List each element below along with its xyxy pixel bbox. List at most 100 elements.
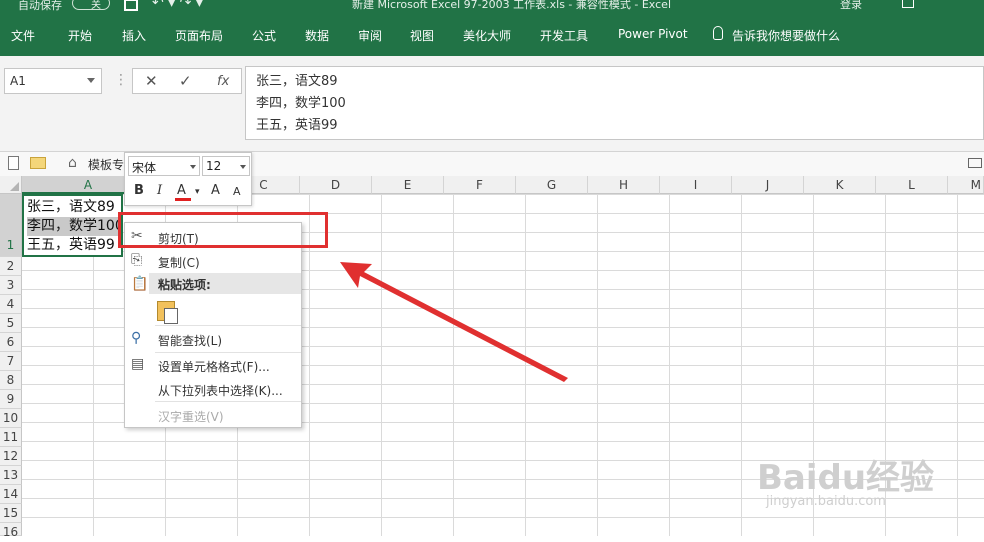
autosave-toggle[interactable]: 关 <box>72 0 110 11</box>
context-menu: ✂ 剪切(T) ⎘ 复制(C) 📋 粘贴选项: ⚲ 智能查找(L) ▤ 设置单元… <box>124 222 302 428</box>
formula-line: 张三，语文89 <box>256 74 338 89</box>
column-header-j[interactable]: J <box>732 176 804 194</box>
column-header-k[interactable]: K <box>804 176 876 194</box>
formula-line: 王五，英语99 <box>256 118 338 133</box>
row-header-15[interactable]: 15 <box>0 504 22 523</box>
formula-bar[interactable]: 张三，语文89 李四，数学100 王五，英语99 <box>245 66 984 140</box>
chevron-down-icon[interactable] <box>240 165 246 169</box>
menu-separator <box>155 352 301 353</box>
layout-icon[interactable] <box>968 158 982 168</box>
select-all-corner[interactable] <box>0 176 22 194</box>
column-header-i[interactable]: I <box>660 176 732 194</box>
row-header-8[interactable]: 8 <box>0 371 22 390</box>
copy-icon: ⎘ <box>131 252 143 268</box>
home-icon[interactable]: ⌂ <box>68 156 82 170</box>
font-color-button[interactable]: A <box>177 183 186 198</box>
new-document-icon[interactable] <box>8 156 19 170</box>
italic-button[interactable]: I <box>157 183 162 198</box>
column-header-m[interactable]: M <box>948 176 984 194</box>
tell-me-box[interactable]: 告诉我你想要做什么 <box>732 27 840 44</box>
highlight-box <box>118 212 328 248</box>
template-label[interactable]: 模板专 <box>88 156 124 173</box>
tab-beautify[interactable]: 美化大师 <box>463 27 511 44</box>
paste-options-label: 粘贴选项: <box>158 278 211 292</box>
row-header-14[interactable]: 14 <box>0 485 22 504</box>
document-title: 新建 Microsoft Excel 97-2003 工作表.xls - 兼容性… <box>352 0 671 11</box>
chevron-down-icon[interactable]: ▾ <box>195 187 200 197</box>
mini-toolbar: 宋体 12 B I A ▾ A A <box>124 152 252 206</box>
row-header-11[interactable]: 11 <box>0 428 22 447</box>
bold-button[interactable]: B <box>134 183 144 198</box>
drag-handle-icon[interactable]: ⋮ <box>114 72 128 88</box>
column-header-f[interactable]: F <box>444 176 516 194</box>
baidu-watermark-url: jingyan.baidu.com <box>766 494 886 509</box>
column-header-h[interactable]: H <box>588 176 660 194</box>
cancel-icon[interactable]: ✕ <box>145 72 158 90</box>
menu-item-copy[interactable]: 复制(C) <box>158 254 200 271</box>
ribbon-tabs: 文件 开始 插入 页面布局 公式 数据 审阅 视图 美化大师 开发工具 Powe… <box>0 14 984 56</box>
font-color-swatch <box>175 198 191 201</box>
chevron-down-icon[interactable] <box>190 165 196 169</box>
chevron-down-icon[interactable] <box>87 78 95 83</box>
row-header-6[interactable]: 6 <box>0 333 22 352</box>
menu-separator <box>155 401 301 402</box>
name-box[interactable]: A1 <box>4 68 102 94</box>
confirm-icon[interactable]: ✓ <box>179 72 192 90</box>
cell-line: 张三，语文89 <box>27 199 115 215</box>
tab-home[interactable]: 开始 <box>68 27 92 44</box>
save-icon[interactable] <box>124 0 138 11</box>
menu-item-smart-lookup[interactable]: 智能查找(L) <box>158 332 222 349</box>
row-header-3[interactable]: 3 <box>0 276 22 295</box>
row-header-5[interactable]: 5 <box>0 314 22 333</box>
menu-item-hanzi-reselect: 汉字重选(V) <box>158 410 224 424</box>
column-header-d[interactable]: D <box>300 176 372 194</box>
autosave-state: 关 <box>91 0 101 11</box>
formula-buttons: ✕ ✓ fx <box>132 68 242 94</box>
row-header-2[interactable]: 2 <box>0 257 22 276</box>
baidu-watermark: Baidu经验 <box>757 458 935 498</box>
cell-line-selected: 李四，数学100 <box>27 217 118 236</box>
column-header-l[interactable]: L <box>876 176 948 194</box>
font-size-value: 12 <box>206 159 222 173</box>
tab-power-pivot[interactable]: Power Pivot <box>618 27 688 41</box>
folder-icon[interactable] <box>30 157 46 169</box>
row-header-16[interactable]: 16 <box>0 523 22 539</box>
row-header-9[interactable]: 9 <box>0 390 22 409</box>
tab-formulas[interactable]: 公式 <box>252 27 276 44</box>
tab-page-layout[interactable]: 页面布局 <box>175 27 223 44</box>
undo-icon[interactable]: ↶ ▾ ↷ ▾ <box>152 0 203 11</box>
tab-view[interactable]: 视图 <box>410 27 434 44</box>
font-value: 宋体 <box>132 161 157 175</box>
title-bar: 自动保存 关 ↶ ▾ ↷ ▾ 新建 Microsoft Excel 97-200… <box>0 0 984 14</box>
row-header-4[interactable]: 4 <box>0 295 22 314</box>
tab-file[interactable]: 文件 <box>11 27 35 44</box>
row-header-1[interactable]: 1 <box>0 194 22 257</box>
menu-item-format-cells[interactable]: 设置单元格格式(F)... <box>158 358 270 375</box>
column-header-g[interactable]: G <box>516 176 588 194</box>
row-header-12[interactable]: 12 <box>0 447 22 466</box>
paste-clipboard-icon[interactable] <box>157 301 178 324</box>
shrink-font-button[interactable]: A <box>233 185 241 198</box>
row-header-13[interactable]: 13 <box>0 466 22 485</box>
row-header-10[interactable]: 10 <box>0 409 22 428</box>
tab-data[interactable]: 数据 <box>305 27 329 44</box>
column-header-e[interactable]: E <box>372 176 444 194</box>
active-cell-a1[interactable]: 张三，语文89 李四，数学100 王五，英语99 <box>22 194 123 257</box>
login-button[interactable]: 登录 <box>840 0 862 12</box>
tab-developer[interactable]: 开发工具 <box>540 27 588 44</box>
restore-icon[interactable] <box>902 0 914 8</box>
menu-item-pick-from-list[interactable]: 从下拉列表中选择(K)... <box>158 382 283 399</box>
font-size-selector[interactable]: 12 <box>202 156 250 176</box>
paste-options-header: 粘贴选项: <box>149 273 301 294</box>
cell-line: 王五，英语99 <box>27 237 115 253</box>
tab-review[interactable]: 审阅 <box>358 27 382 44</box>
annotation-arrow <box>340 262 568 382</box>
grow-font-button[interactable]: A <box>211 183 220 198</box>
row-header-7[interactable]: 7 <box>0 352 22 371</box>
lightbulb-icon <box>713 26 723 40</box>
tab-insert[interactable]: 插入 <box>122 27 146 44</box>
formula-area: A1 ⋮ ✕ ✓ fx 张三，语文89 李四，数学100 王五，英语99 <box>0 56 984 152</box>
insert-function-button[interactable]: fx <box>217 74 229 89</box>
font-selector[interactable]: 宋体 <box>128 156 200 176</box>
menu-separator <box>155 325 301 326</box>
